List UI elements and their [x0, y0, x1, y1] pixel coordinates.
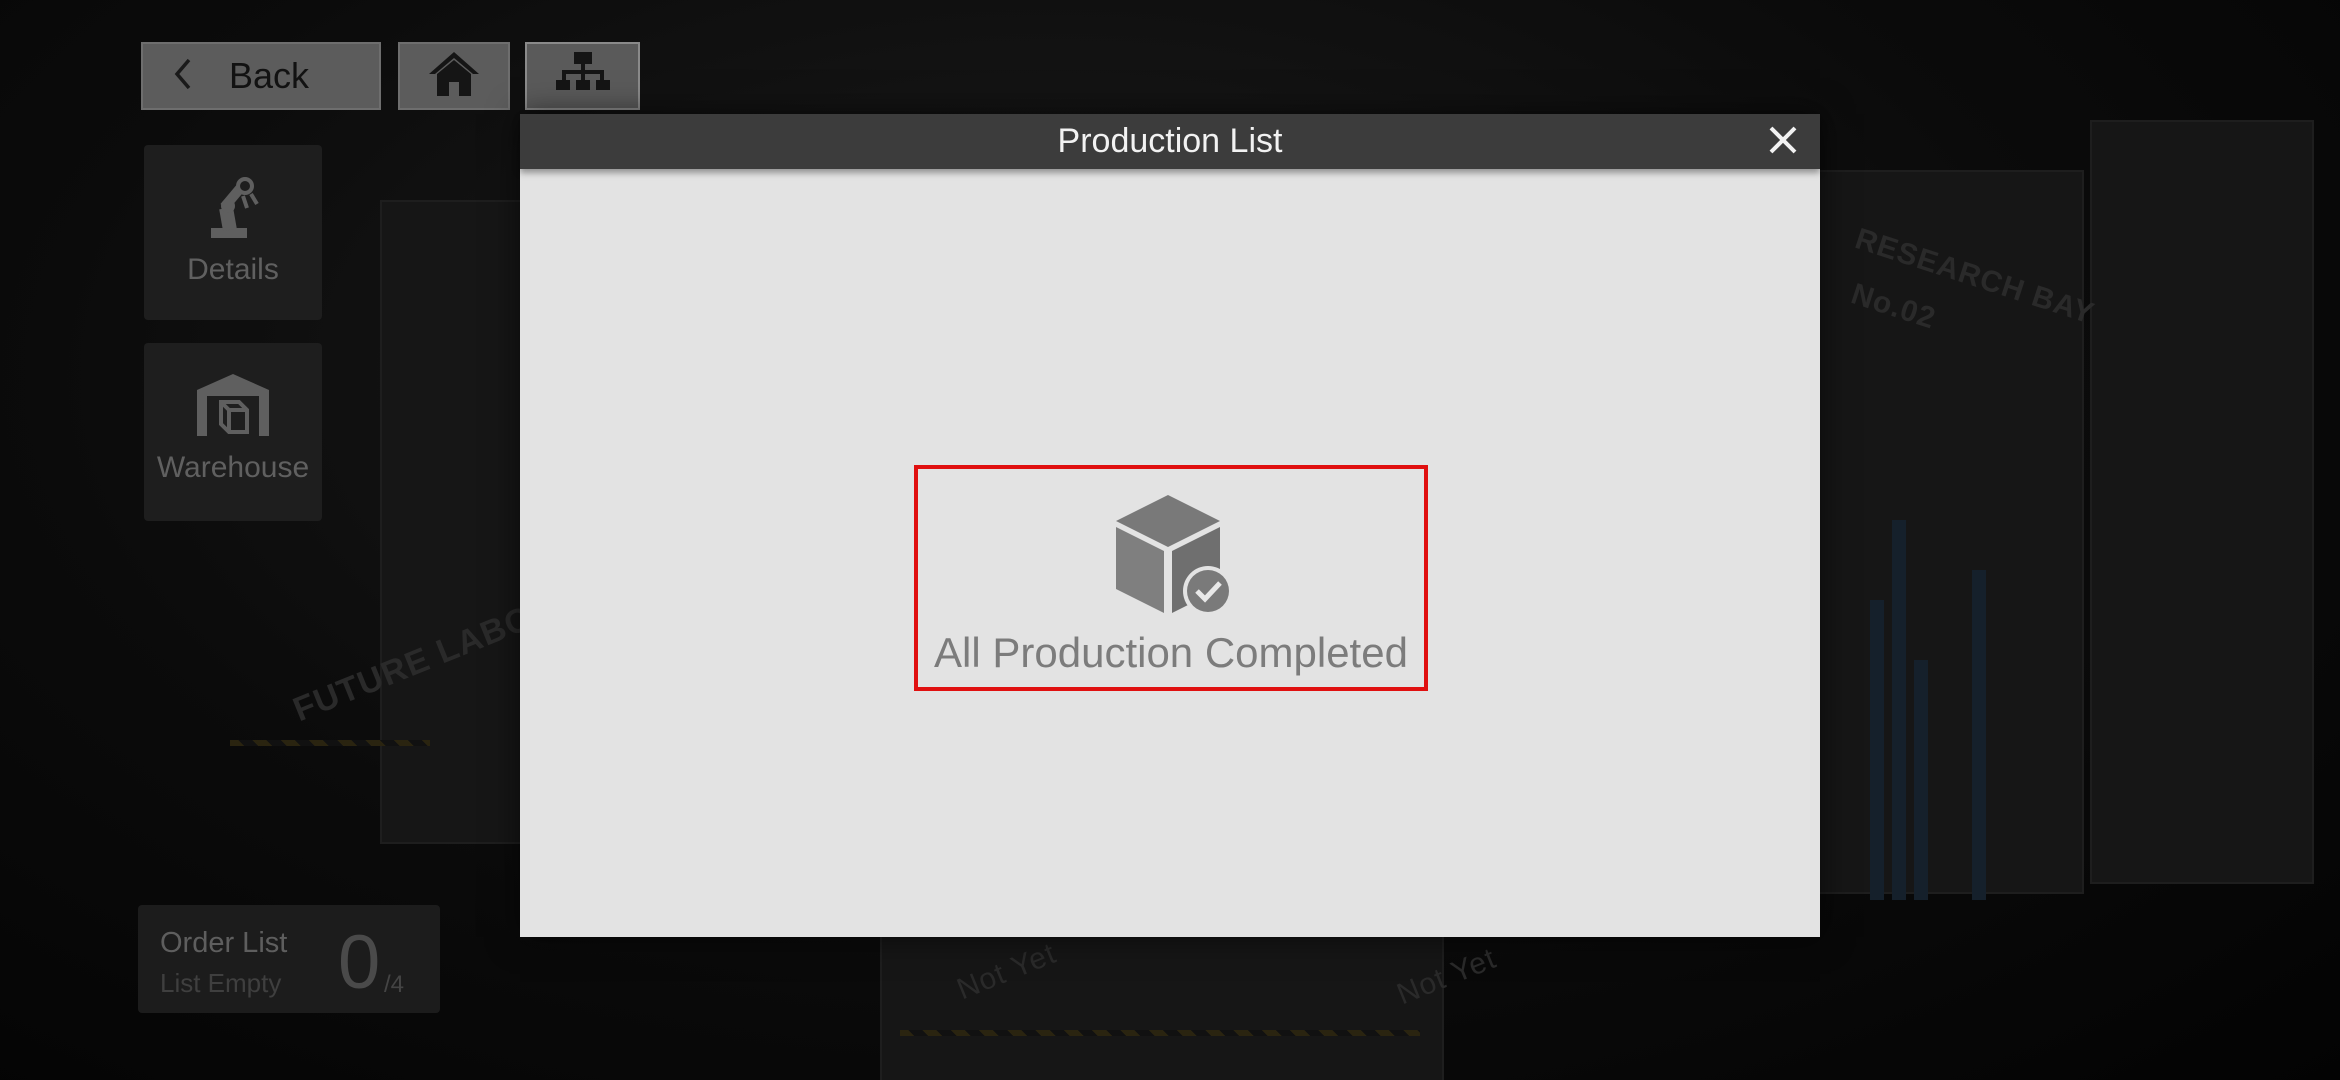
structure-button[interactable]: [525, 42, 640, 110]
order-list-panel[interactable]: Order List List Empty 0 /4: [138, 905, 440, 1013]
bg-machine: [2090, 120, 2314, 884]
robot-arm-icon: [203, 167, 263, 247]
order-max: /4: [384, 971, 405, 998]
bg-hazard-stripe: [230, 740, 430, 746]
sitemap-icon: [555, 50, 610, 103]
back-button[interactable]: Back: [141, 42, 381, 110]
home-icon: [427, 50, 481, 103]
empty-state: All Production Completed: [914, 465, 1428, 691]
home-button[interactable]: [398, 42, 510, 110]
order-list-status: List Empty: [160, 968, 282, 998]
chevron-left-icon: [173, 57, 193, 96]
order-list-title: Order List: [160, 927, 288, 959]
bg-chart-bar: [1914, 660, 1928, 900]
close-button[interactable]: [1762, 121, 1804, 163]
box-check-icon: [1108, 491, 1238, 626]
warehouse-button[interactable]: Warehouse: [144, 343, 322, 521]
warehouse-label: Warehouse: [156, 451, 310, 484]
empty-message: All Production Completed: [934, 629, 1408, 676]
bg-chart-bar: [1870, 600, 1884, 900]
dialog-title: Production List: [1057, 122, 1283, 160]
bg-chart-bar: [1892, 520, 1906, 900]
details-button[interactable]: Details: [144, 145, 322, 320]
dialog-header: Production List: [520, 114, 1820, 169]
production-list-dialog: Production List All Production Completed: [520, 114, 1820, 937]
close-icon: [1767, 124, 1799, 161]
order-count: 0: [338, 920, 381, 1005]
back-label: Back: [229, 55, 310, 96]
bg-hazard-stripe: [900, 1030, 1420, 1036]
warehouse-icon: [195, 365, 271, 445]
bg-chart-bar: [1972, 570, 1986, 900]
details-label: Details: [187, 253, 279, 286]
